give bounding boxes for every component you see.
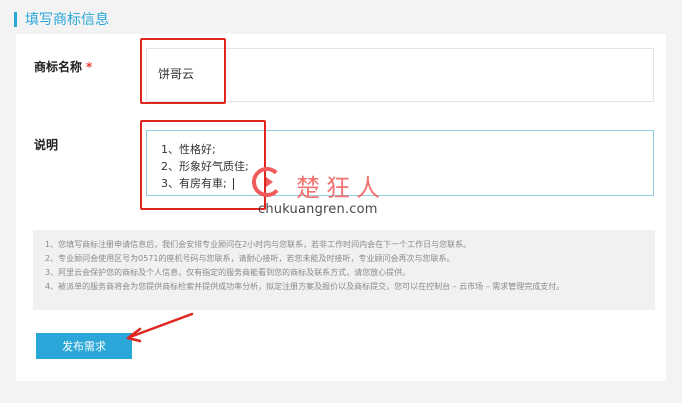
page: 填写商标信息 商标名称 * 饼哥云 说明 1、性格好; 2、形象好气质佳; 3、有… <box>0 0 682 403</box>
description-label-text: 说明 <box>34 138 59 152</box>
notes-line: 1、您填写商标注册申请信息后，我们会安排专业顾问在2小时内与您联系，若非工作时间… <box>45 240 472 249</box>
notes-panel: 1、您填写商标注册申请信息后，我们会安排专业顾问在2小时内与您联系，若非工作时间… <box>33 230 655 310</box>
description-label: 说明 <box>34 136 58 153</box>
notes-line: 3、阿里云会保护您的商标及个人信息，仅有指定的服务商能看到您的商标及联系方式，请… <box>45 268 411 277</box>
notes-line: 2、专业顾问会使用区号为0571的座机号码与您联系，请耐心接听，若您未能及时接听… <box>45 254 455 263</box>
section-title-bar <box>14 11 17 27</box>
trademark-name-value: 饼哥云 <box>158 67 195 81</box>
required-marker: * <box>86 60 93 74</box>
description-textarea[interactable]: 1、性格好; 2、形象好气质佳; 3、有房有車; <box>146 130 654 196</box>
trademark-name-input[interactable]: 饼哥云 <box>146 48 654 102</box>
notes-line: 4、被派单的服务商将会为您提供商标检索并提供成功率分析，拟定注册方案及报价以及商… <box>45 282 565 291</box>
trademark-name-label-text: 商标名称 <box>34 60 83 74</box>
description-line-last: 3、有房有車; <box>161 175 653 192</box>
description-line: 1、性格好; <box>161 143 216 156</box>
text-caret <box>232 178 234 190</box>
trademark-name-label: 商标名称 * <box>34 58 92 75</box>
description-line-text: 3、有房有車; <box>161 177 227 190</box>
description-line: 2、形象好气质佳; <box>161 160 249 173</box>
publish-request-button[interactable]: 发布需求 <box>36 333 132 359</box>
section-header: 填写商标信息 <box>14 8 109 30</box>
section-title: 填写商标信息 <box>25 12 109 28</box>
